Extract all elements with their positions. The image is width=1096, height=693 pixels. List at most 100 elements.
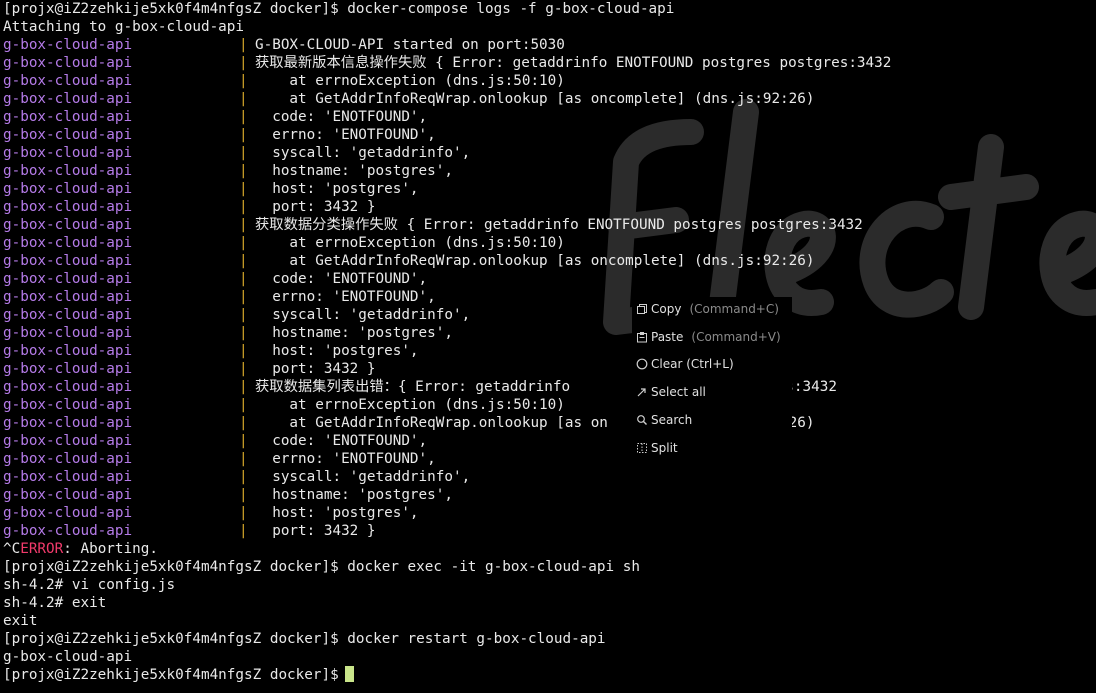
log-line: g-box-cloud-api | port: 3432 } bbox=[3, 522, 1096, 540]
service-prefix: g-box-cloud-api bbox=[3, 379, 133, 395]
log-separator: | bbox=[239, 235, 248, 251]
service-prefix: g-box-cloud-api bbox=[3, 505, 133, 521]
search-icon bbox=[637, 415, 647, 425]
log-message: code: 'ENOTFOUND', bbox=[255, 433, 428, 449]
log-message: code: 'ENOTFOUND', bbox=[255, 271, 428, 287]
log-line: g-box-cloud-api | at GetAddrInfoReqWrap.o… bbox=[3, 90, 1096, 108]
abort-prefix: ^C bbox=[3, 541, 21, 557]
log-message: host: 'postgres', bbox=[255, 181, 419, 197]
log-line: g-box-cloud-api | G-BOX-CLOUD-API started … bbox=[3, 36, 1096, 54]
log-separator: | bbox=[239, 289, 248, 305]
log-message: hostname: 'postgres', bbox=[255, 487, 453, 503]
log-separator: | bbox=[239, 91, 248, 107]
log-separator: | bbox=[239, 37, 248, 53]
log-separator: | bbox=[239, 145, 248, 161]
log-line: g-box-cloud-api | code: 'ENOTFOUND', bbox=[3, 432, 1096, 450]
log-separator: | bbox=[239, 343, 248, 359]
context-menu-clear[interactable]: Clear (Ctrl+L) bbox=[636, 354, 734, 374]
copy-icon bbox=[637, 304, 647, 314]
service-prefix: g-box-cloud-api bbox=[3, 253, 133, 269]
log-line: g-box-cloud-api | host: 'postgres', bbox=[3, 504, 1096, 522]
log-line: g-box-cloud-api | port: 3432 } bbox=[3, 198, 1096, 216]
log-lines: g-box-cloud-api | G-BOX-CLOUD-API started … bbox=[3, 36, 1096, 540]
service-prefix: g-box-cloud-api bbox=[3, 73, 133, 89]
log-separator: | bbox=[239, 433, 248, 449]
service-prefix: g-box-cloud-api bbox=[3, 343, 133, 359]
log-line: g-box-cloud-api | code: 'ENOTFOUND', bbox=[3, 270, 1096, 288]
log-line: g-box-cloud-api | 获取数据集列表出错：{ Error: getad… bbox=[3, 378, 1096, 396]
service-prefix: g-box-cloud-api bbox=[3, 325, 133, 341]
log-separator: | bbox=[239, 217, 248, 233]
log-separator: | bbox=[239, 253, 248, 269]
log-message: 获取数据分类操作失败 { Error: getaddrinfo ENOTFOUN… bbox=[255, 217, 863, 233]
log-line: g-box-cloud-api | syscall: 'getaddrinfo', bbox=[3, 468, 1096, 486]
log-message: syscall: 'getaddrinfo', bbox=[255, 469, 471, 485]
log-separator: | bbox=[239, 469, 248, 485]
service-prefix: g-box-cloud-api bbox=[3, 451, 133, 467]
service-prefix: g-box-cloud-api bbox=[3, 109, 133, 125]
service-prefix: g-box-cloud-api bbox=[3, 469, 133, 485]
context-menu-copy[interactable]: Copy (Command+C) bbox=[636, 299, 779, 319]
service-prefix: g-box-cloud-api bbox=[3, 145, 133, 161]
log-message: host: 'postgres', bbox=[255, 343, 419, 359]
log-message: host: 'postgres', bbox=[255, 505, 419, 521]
shell-prompt: [projx@iZ2zehkije5xk0f4m4nfgsZ docker]$ bbox=[3, 667, 339, 683]
text-cursor bbox=[344, 666, 354, 682]
context-menu-split[interactable]: Split bbox=[636, 438, 678, 458]
log-separator: | bbox=[239, 451, 248, 467]
log-separator: | bbox=[239, 307, 248, 323]
log-line: g-box-cloud-api | code: 'ENOTFOUND', bbox=[3, 108, 1096, 126]
log-separator: | bbox=[239, 73, 248, 89]
log-message: errno: 'ENOTFOUND', bbox=[255, 451, 436, 467]
log-message: at errnoException (dns.js:50:10) bbox=[255, 73, 565, 89]
log-line: g-box-cloud-api | 获取最新版本信息操作失败 { Error: ge… bbox=[3, 54, 1096, 72]
attaching-line: Attaching to g-box-cloud-api bbox=[3, 19, 245, 35]
select-all-icon bbox=[637, 388, 646, 397]
log-message: code: 'ENOTFOUND', bbox=[255, 109, 428, 125]
log-line: g-box-cloud-api | host: 'postgres', bbox=[3, 180, 1096, 198]
log-line: g-box-cloud-api | host: 'postgres', bbox=[3, 342, 1096, 360]
log-separator: | bbox=[239, 397, 248, 413]
prompt-line[interactable]: [projx@iZ2zehkije5xk0f4m4nfgsZ docker]$ bbox=[3, 666, 1096, 684]
log-message: 获取最新版本信息操作失败 { Error: getaddrinfo ENOTFO… bbox=[255, 55, 892, 71]
abort-suffix: : Aborting. bbox=[63, 541, 158, 557]
footer-line: [projx@iZ2zehkije5xk0f4m4nfgsZ docker]$ … bbox=[3, 631, 606, 647]
footer-line: sh-4.2# vi config.js bbox=[3, 577, 176, 593]
context-menu-label: Clear (Ctrl+L) bbox=[651, 357, 734, 371]
context-menu: Copy (Command+C) Paste (Command+V) Clear (… bbox=[632, 297, 792, 463]
log-line: g-box-cloud-api | syscall: 'getaddrinfo', bbox=[3, 144, 1096, 162]
terminal-window[interactable]: [projx@iZ2zehkije5xk0f4m4nfgsZ docker]$ … bbox=[0, 0, 1096, 693]
log-separator: | bbox=[239, 361, 248, 377]
log-message: at errnoException (dns.js:50:10) bbox=[255, 397, 565, 413]
service-prefix: g-box-cloud-api bbox=[3, 91, 133, 107]
context-menu-search[interactable]: Search bbox=[636, 410, 692, 430]
log-line: g-box-cloud-api | errno: 'ENOTFOUND', bbox=[3, 288, 1096, 306]
log-line: g-box-cloud-api | hostname: 'postgres', bbox=[3, 324, 1096, 342]
log-separator: | bbox=[239, 55, 248, 71]
service-prefix: g-box-cloud-api bbox=[3, 433, 133, 449]
log-separator: | bbox=[239, 487, 248, 503]
log-separator: | bbox=[239, 163, 248, 179]
log-message: port: 3432 } bbox=[255, 361, 376, 377]
log-line: g-box-cloud-api | at errnoException (dns.… bbox=[3, 396, 1096, 414]
context-menu-shortcut: (Command+C) bbox=[689, 302, 779, 316]
log-message: hostname: 'postgres', bbox=[255, 325, 453, 341]
log-separator: | bbox=[239, 271, 248, 287]
log-line: g-box-cloud-api | hostname: 'postgres', bbox=[3, 162, 1096, 180]
footer-line: [projx@iZ2zehkije5xk0f4m4nfgsZ docker]$ … bbox=[3, 559, 640, 575]
service-prefix: g-box-cloud-api bbox=[3, 37, 133, 53]
service-prefix: g-box-cloud-api bbox=[3, 217, 133, 233]
log-separator: | bbox=[239, 325, 248, 341]
service-prefix: g-box-cloud-api bbox=[3, 271, 133, 287]
context-menu-paste[interactable]: Paste (Command+V) bbox=[636, 327, 781, 347]
log-separator: | bbox=[239, 199, 248, 215]
log-message: port: 3432 } bbox=[255, 199, 376, 215]
footer-line: sh-4.2# exit bbox=[3, 595, 107, 611]
context-menu-select-all[interactable]: Select all bbox=[636, 382, 706, 402]
log-line: g-box-cloud-api | at GetAddrInfoReqWrap.o… bbox=[3, 414, 1096, 432]
service-prefix: g-box-cloud-api bbox=[3, 163, 133, 179]
log-separator: | bbox=[239, 127, 248, 143]
service-prefix: g-box-cloud-api bbox=[3, 523, 133, 539]
log-message: port: 3432 } bbox=[255, 523, 376, 539]
service-prefix: g-box-cloud-api bbox=[3, 307, 133, 323]
